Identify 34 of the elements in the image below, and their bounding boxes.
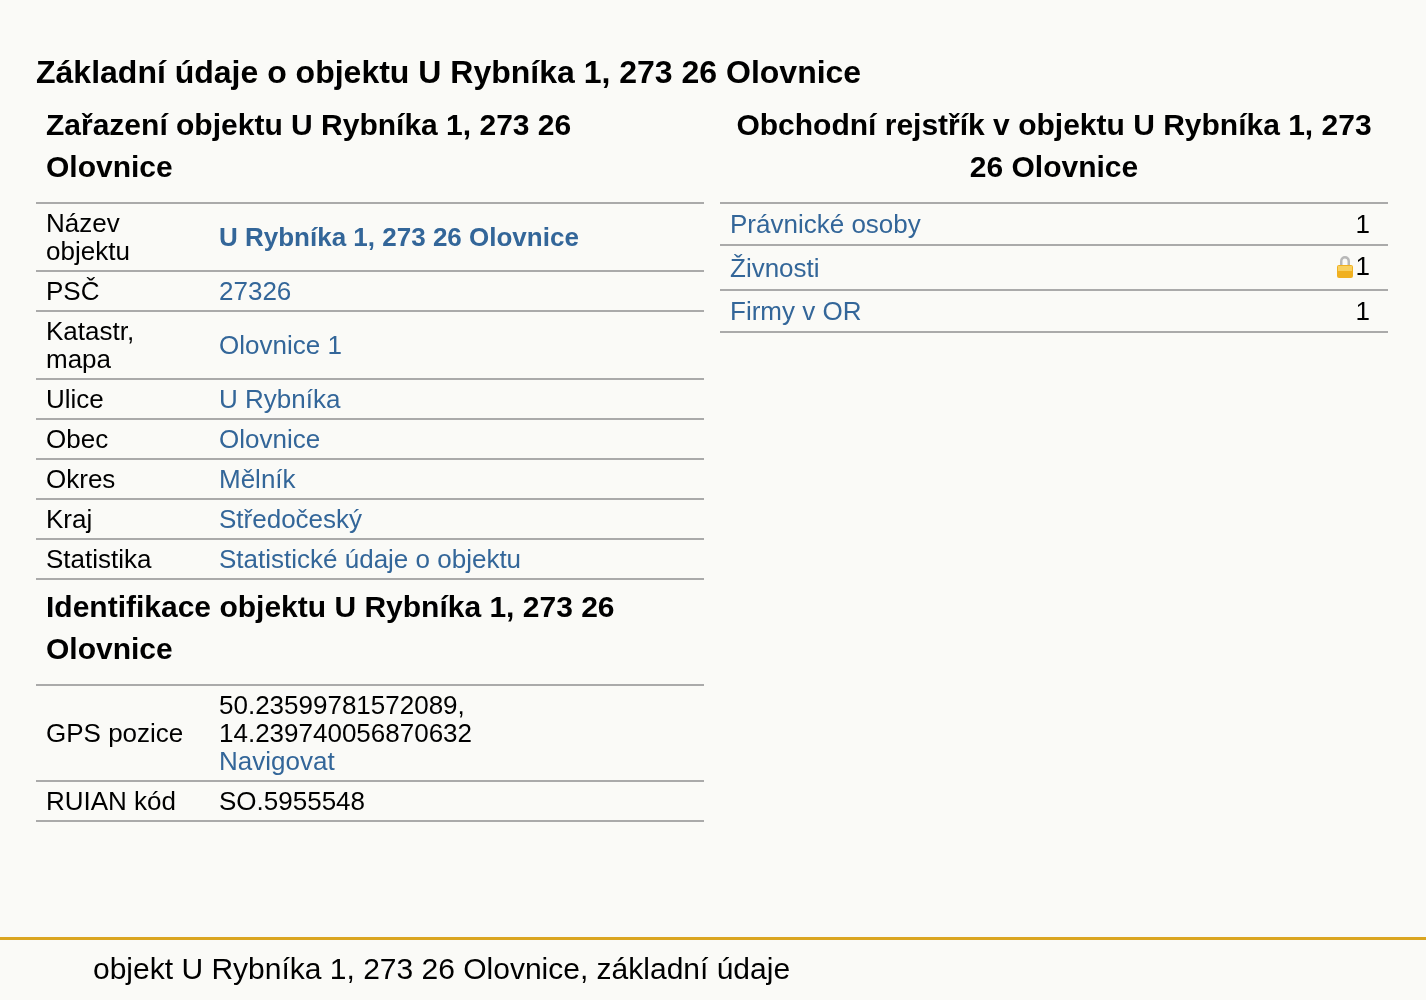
row-label: Statistika xyxy=(46,544,152,574)
object-link[interactable]: U Rybníka 1, 273 26 Olovnice xyxy=(219,223,579,251)
count-text: 1 xyxy=(1355,252,1370,280)
section-heading: Zařazení objektu U Rybníka 1, 273 26 Olovnice xyxy=(45,107,573,185)
page-title: Základní údaje o objektu U Rybníka 1, 273 26 Olovnice xyxy=(36,53,863,92)
value-text: SO.5955548 xyxy=(219,786,365,816)
row-label: GPS pozice xyxy=(46,718,184,748)
register-link[interactable]: Firmy v OR xyxy=(730,296,862,326)
value-link[interactable]: Olovnice 1 xyxy=(219,331,342,359)
value-link[interactable]: Olovnice xyxy=(219,425,321,453)
gps-coordinate: 14.239740056870632 xyxy=(219,719,474,747)
count-text: 1 xyxy=(1355,210,1370,238)
row-label: Katastr, mapa xyxy=(46,316,135,374)
register-link[interactable]: Právnické osoby xyxy=(730,209,921,239)
value-link[interactable]: U Rybníka xyxy=(219,385,341,413)
section-heading: Identifikace objektu U Rybníka 1, 273 26 Olovnice xyxy=(45,589,616,667)
row-label: Obec xyxy=(46,424,109,454)
value-link[interactable]: 27326 xyxy=(219,277,292,305)
row-label: Kraj xyxy=(46,504,93,534)
navigate-link[interactable]: Navigovat xyxy=(219,747,335,775)
section-heading: Obchodní rejstřík v objektu U Rybníka 1, 273 26 Olovnice xyxy=(735,107,1373,185)
row-label: Název objektu xyxy=(46,208,130,266)
row-label: Ulice xyxy=(46,384,104,414)
value-link[interactable]: Mělník xyxy=(219,465,296,493)
value-link[interactable]: Statistické údaje o objektu xyxy=(219,545,522,573)
row-label: PSČ xyxy=(46,276,100,306)
row-label: RUIAN kód xyxy=(46,786,177,816)
gps-coordinate: 50.23599781572089, xyxy=(219,691,466,719)
count-text: 1 xyxy=(1355,297,1370,325)
page-footer: objekt U Rybníka 1, 273 26 Olovnice, základní údaje xyxy=(0,937,1426,1000)
value-link[interactable]: Středočeský xyxy=(219,505,363,533)
register-link[interactable]: Živnosti xyxy=(730,252,820,283)
padlock-icon xyxy=(1335,254,1354,278)
row-label: Okres xyxy=(46,464,116,494)
